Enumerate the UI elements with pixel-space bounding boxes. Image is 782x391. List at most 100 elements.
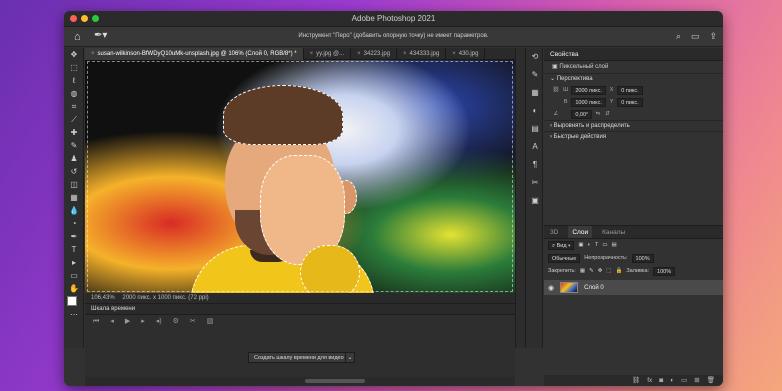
dodge-tool-icon[interactable]: ◔: [64, 217, 84, 230]
tool-hint: Инструмент "Перо" (добавить опорную точк…: [298, 33, 489, 39]
healing-brush-icon[interactable]: ✚: [64, 126, 84, 139]
foreground-color-swatch[interactable]: [67, 296, 77, 306]
workspace-icon[interactable]: ▭: [691, 31, 700, 42]
search-icon[interactable]: ⌕: [676, 31, 681, 42]
properties-title[interactable]: Свойства: [550, 48, 579, 60]
fx-icon[interactable]: fx: [647, 375, 652, 386]
options-right-icons: ⌕ ▭ ⇪: [676, 31, 717, 42]
visibility-eye-icon[interactable]: ◉: [548, 284, 554, 292]
history-icon[interactable]: ⟲: [526, 48, 544, 66]
filter-type-icon[interactable]: T: [595, 239, 598, 252]
first-frame-icon[interactable]: ⏮: [93, 315, 99, 329]
history-brush-icon[interactable]: ↺: [64, 165, 84, 178]
link-icon[interactable]: ⛓: [552, 84, 560, 96]
prev-frame-icon[interactable]: ◂: [110, 315, 114, 329]
tools-presets-icon[interactable]: ✂: [526, 174, 544, 192]
more-tools-icon[interactable]: ⋯: [64, 308, 84, 321]
tab-document-4[interactable]: × 434333.jpg: [397, 47, 447, 60]
lasso-tool-icon[interactable]: ℓ: [64, 74, 84, 87]
transition-icon[interactable]: ▧: [207, 315, 214, 329]
layer-row[interactable]: ◉ Слой 0: [544, 280, 723, 295]
paragraph-icon[interactable]: ¶: [526, 156, 544, 174]
layer-thumbnail[interactable]: [560, 282, 579, 293]
tab-document-1[interactable]: × susan-wilkinson-BfWDyQ10uMk-unsplash.jp…: [85, 47, 304, 60]
crop-tool-icon[interactable]: ⌗: [64, 100, 84, 113]
lock-transparent-icon[interactable]: ▦: [580, 265, 585, 278]
move-tool-icon[interactable]: ✥: [64, 48, 84, 61]
close-tab-icon[interactable]: ×: [357, 51, 361, 57]
new-layer-icon[interactable]: ⊞: [694, 375, 699, 386]
hand-tool-icon[interactable]: ✋: [64, 282, 84, 295]
gradient-tool-icon[interactable]: ▦: [64, 191, 84, 204]
stamp-tool-icon[interactable]: ♟: [64, 152, 84, 165]
character-icon[interactable]: A: [526, 138, 544, 156]
tab-layers[interactable]: Слои: [568, 226, 593, 238]
width-field[interactable]: 2000 пикс.: [571, 85, 606, 95]
tab-document-5[interactable]: × 430.jpg: [446, 47, 486, 60]
filter-pixel-icon[interactable]: ▣: [578, 239, 583, 252]
tab-document-3[interactable]: × 34223.jpg: [351, 47, 397, 60]
brush-tool-icon[interactable]: ✎: [64, 139, 84, 152]
tab-3d[interactable]: 3D: [550, 226, 558, 238]
lock-pixels-icon[interactable]: ✎: [589, 265, 594, 278]
play-icon[interactable]: ▶: [125, 315, 130, 329]
marquee-tool-icon[interactable]: ⬚: [64, 61, 84, 74]
close-tab-icon[interactable]: ×: [403, 51, 407, 57]
flip-vertical-icon[interactable]: ⇵: [604, 108, 612, 120]
eyedropper-tool-icon[interactable]: ⟋: [64, 113, 84, 126]
adjustment-layer-icon[interactable]: ◐: [670, 375, 674, 386]
angle-field[interactable]: 0,00°: [571, 109, 593, 119]
mask-icon[interactable]: ◙: [659, 375, 663, 386]
info-icon[interactable]: ▣: [526, 192, 544, 210]
lock-position-icon[interactable]: ✥: [598, 265, 603, 278]
audio-icon[interactable]: ◂): [156, 315, 162, 329]
opacity-field[interactable]: 100%: [631, 254, 654, 263]
layer-name[interactable]: Слой 0: [584, 285, 604, 291]
timeline-title[interactable]: Шкала времени: [91, 306, 135, 312]
image-canvas[interactable]: [85, 60, 515, 293]
path-select-tool-icon[interactable]: ▸: [64, 256, 84, 269]
zoom-level[interactable]: 106,43%: [91, 295, 115, 301]
lock-all-icon[interactable]: 🔒: [616, 265, 623, 278]
group-icon[interactable]: ▭: [681, 375, 687, 386]
timeline-zoom-slider[interactable]: [305, 379, 365, 383]
filter-adjustment-icon[interactable]: ◐: [588, 239, 591, 252]
x-field[interactable]: 0 пикс.: [617, 85, 643, 95]
blur-tool-icon[interactable]: 💧: [64, 204, 84, 217]
split-icon[interactable]: ✂: [190, 315, 196, 329]
height-field[interactable]: 1000 пикс.: [571, 97, 606, 107]
filter-smart-icon[interactable]: ▤: [612, 239, 617, 252]
type-tool-icon[interactable]: T: [64, 243, 84, 256]
create-video-timeline-button[interactable]: Создать шкалу времени для видео: [248, 352, 350, 363]
timeline-type-dropdown[interactable]: ⌄: [345, 352, 355, 363]
libraries-icon[interactable]: ▤: [526, 120, 544, 138]
close-tab-icon[interactable]: ×: [310, 51, 314, 57]
adjustments-icon[interactable]: ◐: [526, 102, 544, 120]
trash-icon[interactable]: 🗑: [707, 375, 715, 386]
close-tab-icon[interactable]: ×: [91, 51, 95, 57]
settings-gear-icon[interactable]: ⚙: [173, 315, 179, 329]
filter-shape-icon[interactable]: ▭: [602, 239, 607, 252]
section-transform[interactable]: ⌄ Перспектива: [544, 73, 723, 84]
tab-channels[interactable]: Каналы: [602, 226, 625, 238]
section-quick-actions[interactable]: › Быстрые действия: [544, 131, 723, 142]
lock-artboard-icon[interactable]: ⬚: [606, 265, 611, 278]
next-frame-icon[interactable]: ▸: [141, 315, 145, 329]
share-icon[interactable]: ⇪: [709, 31, 717, 42]
section-align[interactable]: › Выровнять и распределить: [544, 120, 723, 131]
shape-tool-icon[interactable]: ▭: [64, 269, 84, 282]
y-field[interactable]: 0 пикс.: [617, 97, 643, 107]
tab-document-2[interactable]: × yy.jpg @...: [304, 47, 352, 60]
pen-tool-active-icon[interactable]: ✒: [64, 230, 84, 243]
fill-field[interactable]: 100%: [653, 267, 676, 276]
layer-filter-select[interactable]: ⌕ Вид ▾: [548, 241, 575, 250]
blend-mode-select[interactable]: Обычные: [548, 254, 581, 263]
panel-divider[interactable]: [515, 48, 525, 348]
flip-horizontal-icon[interactable]: ⇋: [594, 108, 602, 120]
close-tab-icon[interactable]: ×: [452, 51, 456, 57]
eraser-tool-icon[interactable]: ◫: [64, 178, 84, 191]
swatches-icon[interactable]: ▦: [526, 84, 544, 102]
link-layers-icon[interactable]: ⛓: [632, 375, 640, 386]
quick-select-tool-icon[interactable]: ◍: [64, 87, 84, 100]
brush-settings-icon[interactable]: ✎: [526, 66, 544, 84]
